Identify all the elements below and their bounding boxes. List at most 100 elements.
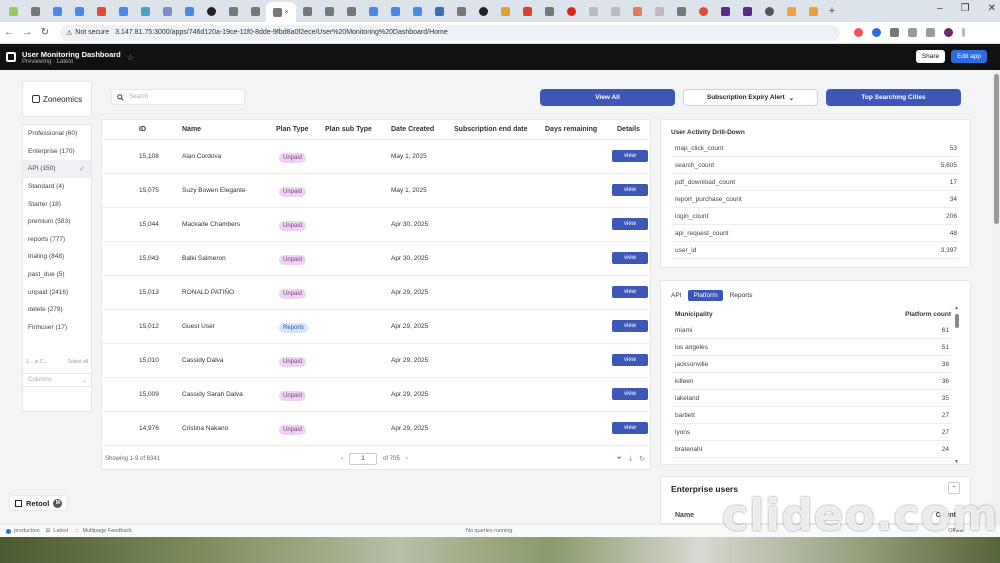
- column-header-date-created[interactable]: Date Created: [391, 126, 434, 133]
- browser-tab[interactable]: [90, 2, 112, 20]
- column-header-name[interactable]: Name: [675, 512, 694, 519]
- new-tab-button[interactable]: +: [824, 5, 840, 17]
- browser-tab[interactable]: [156, 2, 178, 20]
- puzzle-icon[interactable]: [908, 28, 917, 37]
- filter-item[interactable]: Enterprise (170): [23, 143, 91, 161]
- browser-tab[interactable]: [648, 2, 670, 20]
- browser-tab[interactable]: [244, 2, 266, 20]
- browser-tab[interactable]: [406, 2, 428, 20]
- browser-tab[interactable]: [384, 2, 406, 20]
- subscription-expiry-alert-dropdown[interactable]: Subscription Expiry Alert ⌄: [683, 89, 818, 106]
- view-button[interactable]: view: [612, 422, 648, 434]
- back-icon[interactable]: ←: [0, 27, 18, 38]
- browser-tab[interactable]: [200, 2, 222, 20]
- extension-icon[interactable]: [890, 28, 899, 37]
- filter-item[interactable]: trialing (848): [23, 248, 91, 266]
- retool-logo-icon[interactable]: [6, 52, 16, 62]
- municipality-row[interactable]: lyons 27: [671, 424, 951, 441]
- view-button[interactable]: view: [612, 252, 648, 264]
- scrollbar-thumb[interactable]: [994, 74, 999, 224]
- filter-item[interactable]: Starter (18): [23, 195, 91, 213]
- version-indicator[interactable]: ⊟ Latest: [46, 528, 69, 534]
- table-row[interactable]: 15,009 Cassidy Sarah Dalva Unpaid Apr 29…: [102, 378, 650, 412]
- table-row[interactable]: 15,043 Balki Salmeron Unpaid Apr 30, 202…: [102, 242, 650, 276]
- browser-tab[interactable]: [626, 2, 648, 20]
- browser-tab[interactable]: [24, 2, 46, 20]
- municipality-row[interactable]: miami 61: [671, 322, 951, 339]
- maximize-icon[interactable]: ❐: [961, 3, 970, 14]
- browser-tab[interactable]: [296, 2, 318, 20]
- column-header-municipality[interactable]: Municipality: [675, 311, 713, 318]
- table-row[interactable]: 15,075 Suzy Bowen Elegante Unpaid May 1,…: [102, 174, 650, 208]
- browser-tab[interactable]: [46, 2, 68, 20]
- table-row[interactable]: 15,012 Guest User Reports Apr 29, 2025 v…: [102, 310, 650, 344]
- security-indicator[interactable]: ⚠ Not secure: [66, 29, 109, 37]
- browser-tab[interactable]: [736, 2, 758, 20]
- page-scrollbar[interactable]: [992, 70, 1000, 524]
- filter-item[interactable]: delete (279): [23, 301, 91, 319]
- browser-tab[interactable]: [428, 2, 450, 20]
- municipality-row[interactable]: jacksonville 38: [671, 356, 951, 373]
- prev-page-icon[interactable]: ‹: [341, 456, 343, 462]
- tab-reports[interactable]: Reports: [730, 292, 753, 299]
- browser-tab[interactable]: [516, 2, 538, 20]
- browser-tab[interactable]: [802, 2, 824, 20]
- download-icon[interactable]: [926, 28, 935, 37]
- view-button[interactable]: view: [612, 150, 648, 162]
- download-icon[interactable]: ⤓: [629, 455, 632, 463]
- view-button[interactable]: view: [612, 354, 648, 366]
- page-indicator[interactable]: ▭ Multipage Feedback: [74, 528, 132, 534]
- table-row[interactable]: 15,010 Cassidy Dalva Unpaid Apr 29, 2025…: [102, 344, 650, 378]
- table-row[interactable]: 15,044 Mackade Chambers Unpaid Apr 30, 2…: [102, 208, 650, 242]
- browser-tab[interactable]: [560, 2, 582, 20]
- page-number-input[interactable]: 1: [349, 453, 377, 465]
- browser-tab[interactable]: [134, 2, 156, 20]
- municipality-row[interactable]: bartlett 27: [671, 407, 951, 424]
- browser-tab[interactable]: [692, 2, 714, 20]
- filter-item[interactable]: unpaid (2416): [23, 283, 91, 301]
- filter-item-selected[interactable]: API (150) ✓: [23, 160, 91, 178]
- column-header-subscription-end[interactable]: Subscription end date: [454, 126, 528, 133]
- browser-tab[interactable]: [714, 2, 736, 20]
- reload-icon[interactable]: ↻: [36, 27, 54, 38]
- search-input[interactable]: Search: [111, 89, 245, 105]
- column-header-plan-sub-type[interactable]: Plan sub Type: [325, 126, 372, 133]
- browser-tab[interactable]: [780, 2, 802, 20]
- browser-tab[interactable]: [222, 2, 244, 20]
- view-button[interactable]: view: [612, 388, 648, 400]
- columns-select[interactable]: Columns ⌄: [22, 373, 92, 387]
- browser-tab[interactable]: [362, 2, 384, 20]
- view-button[interactable]: view: [612, 320, 648, 332]
- column-header-name[interactable]: Name: [182, 126, 201, 133]
- table-row[interactable]: 14,976 Cristina Nakano Unpaid Apr 29, 20…: [102, 412, 650, 446]
- filter-item[interactable]: Professional (60): [23, 125, 91, 143]
- select-all-button[interactable]: Select all: [68, 359, 88, 365]
- column-header-details[interactable]: Details: [617, 126, 640, 133]
- edit-app-button[interactable]: Edit app: [951, 50, 987, 63]
- url-omnibox[interactable]: ⚠ Not secure 3.147.81.75:3000/apps/746d12…: [60, 24, 840, 41]
- close-window-icon[interactable]: ✕: [988, 3, 996, 14]
- browser-tab[interactable]: [582, 2, 604, 20]
- browser-tab[interactable]: [178, 2, 200, 20]
- view-button[interactable]: view: [612, 184, 648, 196]
- extension-icon[interactable]: [872, 28, 881, 37]
- retool-badge[interactable]: Retool M: [9, 495, 69, 511]
- browser-tab[interactable]: [604, 2, 626, 20]
- column-header-days-remaining[interactable]: Days remaining: [545, 126, 597, 133]
- filter-icon[interactable]: ⏷: [616, 455, 622, 463]
- column-header-id[interactable]: ID: [139, 126, 146, 133]
- view-button[interactable]: view: [612, 286, 648, 298]
- filter-item[interactable]: Firmuser (17): [23, 319, 91, 337]
- browser-tab[interactable]: [450, 2, 472, 20]
- filter-item[interactable]: premium (583): [23, 213, 91, 231]
- browser-tab[interactable]: [68, 2, 90, 20]
- refresh-icon[interactable]: ↻: [639, 455, 645, 463]
- share-button[interactable]: Share: [915, 50, 946, 63]
- browser-tab[interactable]: [340, 2, 362, 20]
- tab-api[interactable]: API: [671, 292, 681, 299]
- env-indicator[interactable]: production: [6, 528, 40, 534]
- next-page-icon[interactable]: ›: [406, 456, 408, 462]
- table-row[interactable]: 15,013 RONALD PATIÑO Unpaid Apr 29, 2025…: [102, 276, 650, 310]
- table-row[interactable]: 15,108 Alan Cordova Unpaid May 1, 2025 v…: [102, 140, 650, 174]
- minimize-icon[interactable]: –: [937, 3, 943, 14]
